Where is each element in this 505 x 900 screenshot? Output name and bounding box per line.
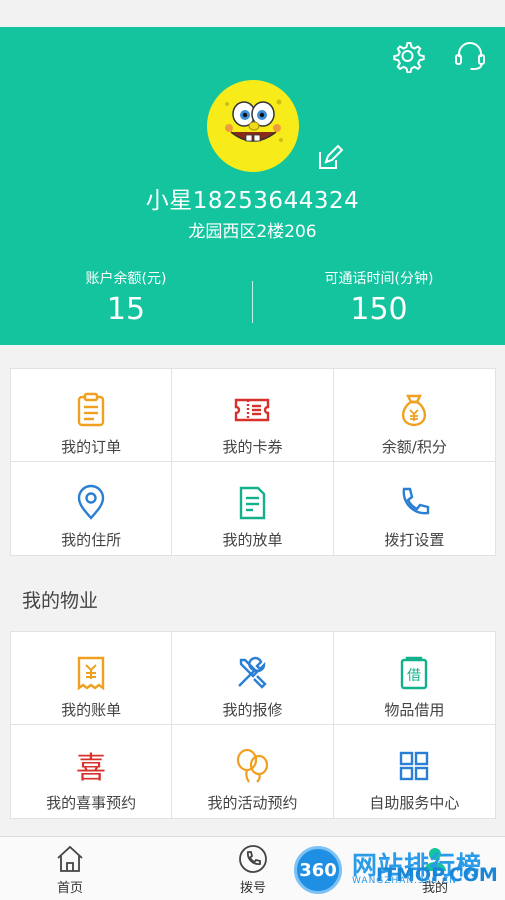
property-activity-booking[interactable]: 我的活动预约 (172, 725, 334, 818)
property-self-service-center[interactable]: 自助服务中心 (333, 725, 495, 818)
double-happiness-icon: 喜 (72, 747, 110, 785)
property-label: 我的账单 (61, 701, 122, 719)
dial-phone-icon (239, 845, 267, 873)
watermark-360-badge: 360 (294, 846, 342, 894)
property-label: 我的活动预约 (207, 794, 298, 812)
menu-label: 余额/积分 (381, 438, 447, 456)
property-label: 自助服务中心 (369, 794, 460, 812)
bill-icon (72, 654, 110, 692)
balance-stat[interactable]: 账户余额(元) 15 (0, 268, 252, 327)
status-bar (0, 0, 505, 27)
money-bag-icon (395, 391, 433, 429)
property-item-borrowing[interactable]: 借 物品借用 (333, 632, 495, 725)
property-label: 我的报修 (222, 701, 283, 719)
tools-icon (233, 654, 271, 692)
spongebob-avatar-image (225, 99, 283, 142)
phone-icon (395, 484, 433, 522)
ticket-icon (233, 391, 271, 429)
menu-my-coupons[interactable]: 我的卡券 (172, 369, 334, 462)
property-wedding-booking[interactable]: 喜 我的喜事预约 (11, 725, 173, 818)
menu-my-orders[interactable]: 我的订单 (11, 369, 173, 462)
talktime-stat[interactable]: 可通话时间(分钟) 150 (253, 268, 505, 327)
talktime-value: 150 (350, 292, 408, 327)
user-address: 龙园西区2楼206 (188, 222, 317, 242)
tab-dial-label: 拨号 (239, 881, 266, 896)
tab-home[interactable]: 首页 (30, 843, 110, 896)
property-my-repairs[interactable]: 我的报修 (172, 632, 334, 725)
watermark-overlay: 360 网站排行榜 ITMOP.COM WANGZHAN.360.CN (290, 840, 505, 900)
tab-home-label: 首页 (56, 881, 83, 896)
customer-service-headset-icon[interactable] (453, 39, 487, 73)
menu-label: 我的住所 (61, 531, 122, 549)
balance-value: 15 (106, 292, 146, 327)
menu-my-residence[interactable]: 我的住所 (11, 462, 173, 555)
property-label: 我的喜事预约 (46, 794, 137, 812)
document-edit-icon (233, 484, 271, 522)
svg-text:借: 借 (407, 668, 421, 684)
home-icon (57, 845, 83, 872)
talktime-label: 可通话时间(分钟) (324, 271, 434, 287)
avatar[interactable] (207, 80, 299, 172)
balance-label: 账户余额(元) (85, 271, 167, 287)
property-label: 物品借用 (384, 701, 445, 719)
edit-profile-icon[interactable] (316, 144, 344, 172)
svg-text:喜: 喜 (76, 751, 106, 785)
menu-label: 拨打设置 (384, 531, 445, 549)
menu-balance-points[interactable]: 余额/积分 (333, 369, 495, 462)
balloons-icon (233, 747, 271, 785)
property-menu-grid: 我的账单 我的报修 借 物品借用 喜 我的喜事预约 我的活动预约 自助服务中心 (10, 631, 496, 819)
settings-gear-icon[interactable] (392, 39, 426, 73)
location-pin-icon (72, 484, 110, 522)
watermark-sub: WANGZHAN.360.CN (352, 876, 458, 886)
borrow-icon: 借 (395, 654, 433, 692)
grid-apps-icon (395, 747, 433, 785)
menu-dial-settings[interactable]: 拨打设置 (333, 462, 495, 555)
menu-label: 我的放单 (222, 531, 283, 549)
tab-dial[interactable]: 拨号 (213, 843, 293, 896)
property-section-title: 我的物业 (22, 590, 99, 612)
profile-header: 小星18253644324 龙园西区2楼206 账户余额(元) 15 可通话时间… (0, 27, 505, 345)
menu-label: 我的卡券 (222, 438, 283, 456)
property-my-bills[interactable]: 我的账单 (11, 632, 173, 725)
menu-my-listings[interactable]: 我的放单 (172, 462, 334, 555)
main-menu-grid: 我的订单 我的卡券 余额/积分 我的住所 我的放单 拨打设置 (10, 368, 496, 556)
user-name: 小星18253644324 (145, 188, 360, 214)
menu-label: 我的订单 (61, 438, 122, 456)
clipboard-icon (72, 391, 110, 429)
